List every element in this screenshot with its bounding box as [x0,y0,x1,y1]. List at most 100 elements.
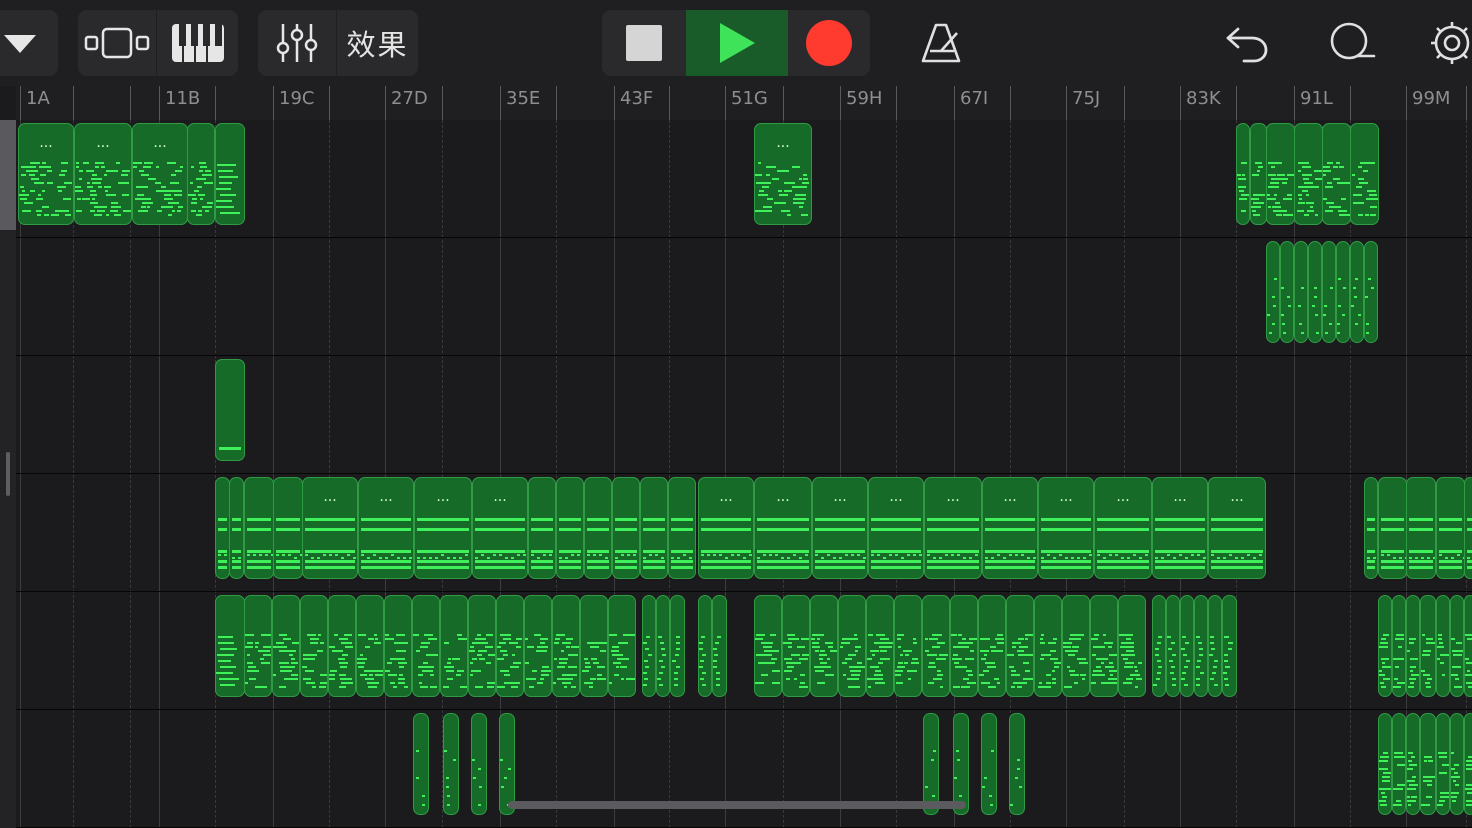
music-region[interactable] [384,595,412,697]
music-region[interactable] [608,595,636,697]
settings-button[interactable] [1426,10,1472,76]
music-region[interactable]: ... [302,477,358,579]
music-region[interactable] [1450,713,1464,815]
music-region[interactable] [300,595,328,697]
tracks-area[interactable]: ........................................… [16,120,1472,828]
music-region[interactable] [412,595,440,697]
music-region[interactable] [1436,713,1450,815]
music-region[interactable] [810,595,838,697]
music-region[interactable]: ... [132,123,188,225]
music-region[interactable] [1436,477,1465,579]
music-region[interactable] [584,477,612,579]
music-region[interactable] [1152,595,1166,697]
music-region[interactable] [1180,595,1194,697]
music-region[interactable]: ... [1038,477,1094,579]
music-region[interactable] [1406,713,1420,815]
music-region[interactable]: ... [1094,477,1152,579]
tracks-view-button[interactable] [78,10,156,76]
music-region[interactable] [1006,595,1034,697]
music-region[interactable] [440,595,468,697]
music-region[interactable] [244,477,274,579]
music-region[interactable] [215,359,245,461]
undo-button[interactable] [1214,10,1280,76]
music-region[interactable] [556,477,584,579]
music-region[interactable] [1166,595,1180,697]
music-region[interactable] [866,595,894,697]
music-region[interactable] [698,595,712,697]
music-region[interactable]: ... [1208,477,1266,579]
mixer-button[interactable] [258,10,336,76]
play-button[interactable] [686,10,788,76]
resize-handle[interactable] [6,452,10,496]
music-region[interactable] [668,477,696,579]
music-region[interactable] [612,477,640,579]
music-region[interactable] [273,477,303,579]
music-region[interactable] [1308,241,1322,343]
music-region[interactable]: ... [754,477,812,579]
music-region[interactable] [580,595,608,697]
music-region[interactable] [1280,241,1294,343]
loop-browser-button[interactable] [1318,10,1384,76]
music-region[interactable] [1350,123,1379,225]
music-region[interactable]: ... [358,477,414,579]
music-region[interactable] [978,595,1006,697]
music-region[interactable] [272,595,300,697]
music-region[interactable] [244,595,272,697]
music-region[interactable] [413,713,429,815]
track-lane-2[interactable] [16,238,1472,356]
music-region[interactable] [1090,595,1118,697]
music-region[interactable] [894,595,922,697]
music-region[interactable] [215,123,245,225]
music-region[interactable] [656,595,670,697]
music-region[interactable] [1392,595,1406,697]
music-region[interactable] [1194,595,1208,697]
music-region[interactable] [642,595,656,697]
timeline-ruler[interactable]: 1A 11B 19C 27D 35E 43F 51G 59H 67I 75J 83K 91L 99M [16,86,1472,120]
music-region[interactable] [443,713,459,815]
music-region[interactable] [215,477,230,579]
music-region[interactable] [1009,713,1025,815]
music-region[interactable] [838,595,866,697]
music-region[interactable] [1378,477,1407,579]
music-region[interactable] [1294,241,1308,343]
music-region[interactable]: ... [754,123,812,225]
music-region[interactable] [1464,713,1472,815]
music-region[interactable] [1236,123,1250,225]
music-region[interactable] [499,713,515,815]
music-region[interactable] [923,713,939,815]
music-region[interactable] [1406,477,1436,579]
metronome-button[interactable] [910,10,974,76]
music-region[interactable]: ... [74,123,132,225]
music-region[interactable]: ... [982,477,1038,579]
music-region[interactable] [640,477,668,579]
effects-button[interactable]: 效果 [337,10,418,76]
music-region[interactable]: ... [1152,477,1208,579]
music-region[interactable] [712,595,727,697]
track-menu-button[interactable] [0,10,58,76]
music-region[interactable] [496,595,524,697]
music-region[interactable] [1420,713,1436,815]
music-region[interactable] [1436,595,1450,697]
music-region[interactable]: ... [18,123,74,225]
record-button[interactable] [788,10,870,76]
music-region[interactable] [524,595,552,697]
music-region[interactable] [1034,595,1062,697]
music-region[interactable] [1378,713,1392,815]
music-region[interactable] [782,595,810,697]
music-region[interactable] [1118,595,1146,697]
music-region[interactable] [1406,595,1420,697]
music-region[interactable] [953,713,969,815]
music-region[interactable] [356,595,384,697]
keyboard-button[interactable] [157,10,238,76]
music-region[interactable] [1322,123,1351,225]
music-region[interactable]: ... [472,477,528,579]
music-region[interactable] [1266,123,1295,225]
stop-button[interactable] [602,10,686,76]
music-region[interactable] [468,595,496,697]
music-region[interactable]: ... [812,477,868,579]
music-region[interactable]: ... [868,477,924,579]
music-region[interactable] [1378,595,1392,697]
track-header-edge[interactable] [0,120,16,828]
music-region[interactable] [528,477,556,579]
horizontal-scrollbar[interactable] [508,801,966,809]
